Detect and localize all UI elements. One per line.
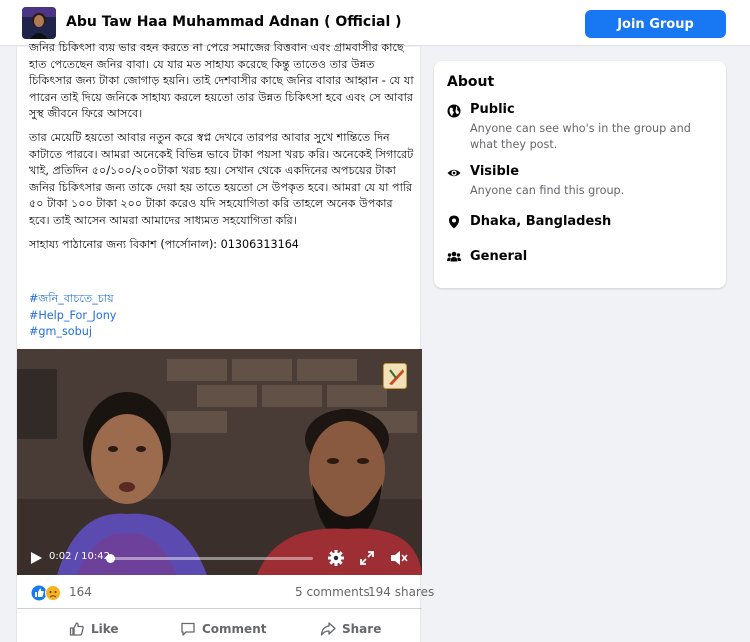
- video-progress-bar[interactable]: [105, 554, 313, 563]
- post-actions: Like Comment Share: [17, 613, 422, 642]
- comment-label: Comment: [202, 622, 267, 636]
- post-paragraph: জনির চিকিৎসা ব্যয় ভার বহন করতে না পেরে …: [29, 41, 414, 121]
- reaction-icons[interactable]: [31, 585, 63, 601]
- group-avatar[interactable]: [22, 7, 56, 39]
- play-icon[interactable]: [29, 551, 43, 565]
- hashtag-link[interactable]: #জনি_বাচতে_চায়: [29, 291, 116, 308]
- post-paragraph: তার মেয়েটি হয়তো আবার নতুন করে স্বপ্ন দ…: [29, 130, 414, 227]
- video-player[interactable]: 0:02 / 10:42: [17, 349, 422, 575]
- fullscreen-icon[interactable]: [359, 550, 375, 566]
- share-label: Share: [342, 622, 382, 636]
- share-arrow-icon: [320, 622, 336, 636]
- video-scrubber-handle[interactable]: [105, 554, 115, 563]
- comments-count[interactable]: 5 comments: [295, 585, 370, 599]
- about-heading: Visible: [470, 164, 520, 179]
- globe-icon: [447, 104, 461, 118]
- about-title: About: [447, 74, 495, 90]
- post-card: জনির চিকিৎসা ব্যয় ভার বহন করতে না পেরে …: [16, 41, 434, 642]
- video-controls: 0:02 / 10:42: [17, 541, 422, 575]
- mute-icon[interactable]: [390, 550, 408, 566]
- comment-button[interactable]: Comment: [180, 617, 266, 641]
- about-heading: General: [470, 249, 528, 264]
- join-group-button[interactable]: Join Group: [585, 10, 726, 38]
- hashtag-list: #জনি_বাচতে_চায় #Help_For_Jony #gm_sobuj: [29, 291, 116, 341]
- people-icon: [447, 251, 461, 262]
- channel-logo: [383, 363, 407, 389]
- about-description: Anyone can find this group.: [470, 184, 625, 197]
- shares-count[interactable]: 194 shares: [368, 585, 434, 599]
- reaction-count[interactable]: 164: [69, 585, 92, 599]
- post-body: জনির চিকিৎসা ব্যয় ভার বহন করতে না পেরে …: [29, 40, 414, 260]
- location-pin-icon: [449, 215, 459, 229]
- video-time: 0:02 / 10:42: [49, 551, 111, 562]
- about-heading: Public: [470, 102, 515, 117]
- comment-icon: [181, 622, 195, 636]
- about-description: Anyone can see who's in the group and wh…: [470, 122, 691, 151]
- like-label: Like: [91, 622, 119, 636]
- post-contact: সাহায্য পাঠানোর জন্য বিকাশ (পার্সোনাল): …: [29, 237, 299, 251]
- hashtag-link[interactable]: #gm_sobuj: [29, 324, 116, 341]
- share-button[interactable]: Share: [320, 617, 381, 641]
- post-stats: 164 5 comments 194 shares: [17, 575, 434, 609]
- about-heading: Dhaka, Bangladesh: [470, 214, 612, 229]
- eye-icon: [447, 169, 461, 177]
- thumbs-up-icon: [69, 622, 84, 636]
- settings-gear-icon[interactable]: [327, 549, 345, 567]
- sad-icon: [45, 585, 61, 601]
- group-name[interactable]: Abu Taw Haa Muhammad Adnan ( Official ): [66, 14, 402, 30]
- like-button[interactable]: Like: [69, 617, 119, 641]
- like-icon: [31, 585, 47, 601]
- hashtag-link[interactable]: #Help_For_Jony: [29, 308, 116, 325]
- about-card: About Public Anyone can see who's in the…: [434, 61, 726, 288]
